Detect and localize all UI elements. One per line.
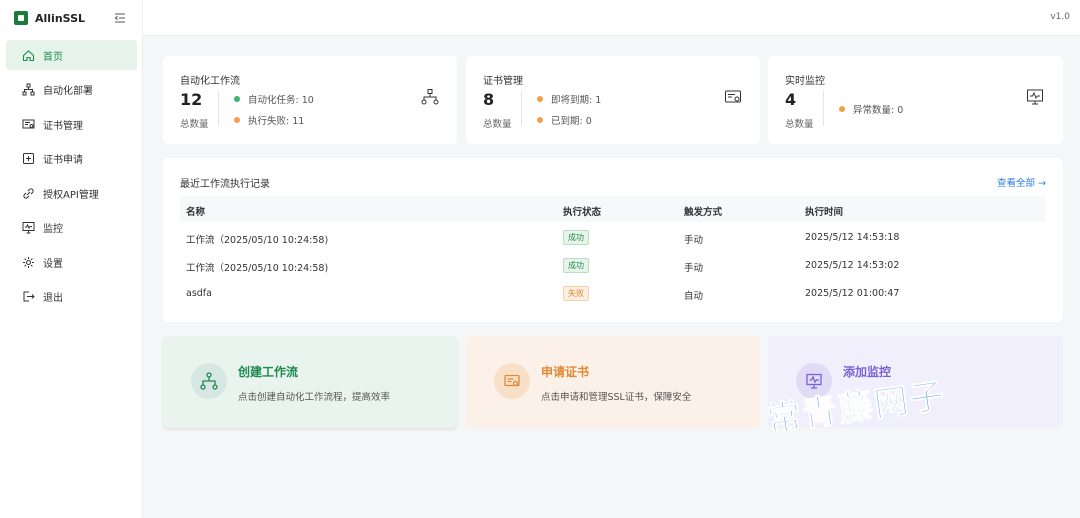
logout-icon [22, 290, 35, 303]
stat-divider [218, 91, 219, 126]
menu-collapse-icon[interactable] [114, 12, 126, 24]
table-header: 名称 执行状态 触发方式 执行时间 [180, 196, 1045, 222]
certificate-icon [724, 88, 742, 106]
column-header-trigger: 触发方式 [684, 207, 723, 218]
sidebar-item-label: 授权API管理 [43, 189, 99, 201]
view-all-link[interactable]: 查看全部 → [997, 175, 1046, 189]
table-row[interactable]: 工作流（2025/05/10 10:24:58) 成功 手动 2025/5/12… [180, 252, 1045, 280]
table-row[interactable]: asdfa 失败 自动 2025/5/12 01:00:47 [180, 280, 1045, 308]
stat-row-text: 执行失败: 11 [248, 116, 305, 127]
cell-time: 2025/5/12 14:53:02 [805, 260, 900, 271]
stat-unit: 总数量 [180, 119, 209, 130]
stat-row-text: 即将到期: 1 [551, 95, 602, 106]
action-desc: 点击申请和管理SSL证书，保障安全 [541, 392, 692, 403]
cell-time: 2025/5/12 14:53:18 [805, 232, 900, 243]
sidebar-item-monitor[interactable]: 监控 [6, 213, 137, 243]
action-title: 创建工作流 [238, 365, 299, 379]
sidebar-item-cert-apply[interactable]: 证书申请 [6, 144, 137, 174]
certificate-icon [22, 118, 35, 131]
stat-card-certificates[interactable]: 证书管理 8 总数量 即将到期: 1 已到期: 0 [466, 56, 760, 144]
stat-row-tasks: 自动化任务: 10 [234, 92, 314, 106]
status-badge: 成功 [563, 230, 589, 245]
sidebar-item-label: 证书管理 [43, 120, 83, 132]
logo-icon [14, 11, 28, 25]
sidebar-item-auto-deploy[interactable]: 自动化部署 [6, 75, 137, 105]
sidebar-item-label: 退出 [43, 293, 63, 304]
column-header-status: 执行状态 [563, 207, 602, 218]
stat-count: 4 [785, 90, 797, 109]
status-badge: 成功 [563, 258, 589, 273]
warning-dot [537, 96, 543, 102]
stat-unit: 总数量 [785, 119, 814, 130]
sidebar-item-settings[interactable]: 设置 [6, 247, 137, 277]
sidebar-item-label: 首页 [43, 51, 63, 63]
sidebar-item-home[interactable]: 首页 [6, 40, 137, 70]
stat-count: 12 [180, 90, 203, 109]
cell-name: asdfa [186, 288, 212, 299]
link-icon [22, 187, 35, 200]
stat-row-failed: 执行失败: 11 [234, 113, 304, 127]
stat-unit: 总数量 [483, 119, 512, 130]
workflow-icon [421, 88, 439, 106]
stat-row-abnormal: 异常数量: 0 [839, 102, 903, 116]
column-header-name: 名称 [186, 207, 206, 218]
stat-title: 证书管理 [483, 76, 523, 87]
cell-time: 2025/5/12 01:00:47 [805, 288, 900, 299]
warning-dot [839, 106, 845, 112]
stat-row-expired: 已到期: 0 [537, 113, 592, 127]
cell-name: 工作流（2025/05/10 10:24:58) [186, 235, 329, 246]
stat-row-text: 已到期: 0 [551, 116, 592, 127]
action-desc: 点击创建自动化工作流程，提高效率 [238, 392, 391, 403]
sidebar-item-label: 自动化部署 [43, 86, 93, 97]
stat-row-text: 异常数量: 0 [853, 105, 904, 116]
gear-icon [22, 256, 35, 269]
workflow-icon [22, 83, 35, 96]
brand-name: AllinSSL [35, 11, 86, 25]
stat-row-text: 自动化任务: 10 [248, 95, 314, 106]
cell-trigger: 手动 [684, 263, 704, 274]
recent-workflow-records: 最近工作流执行记录 查看全部 → 名称 执行状态 触发方式 执行时间 工作流（2… [163, 158, 1063, 322]
sidebar-item-api-auth[interactable]: 授权API管理 [6, 178, 137, 208]
warning-dot [234, 117, 240, 123]
sidebar-item-label: 监控 [43, 224, 63, 235]
cell-trigger: 手动 [684, 235, 704, 246]
monitor-icon [22, 221, 35, 234]
stat-card-monitor[interactable]: 实时监控 4 总数量 异常数量: 0 [768, 56, 1063, 144]
stat-card-workflow[interactable]: 自动化工作流 12 总数量 自动化任务: 10 执行失败: 11 [163, 56, 457, 144]
workflow-icon [191, 363, 227, 399]
sidebar-item-label: 证书申请 [43, 155, 83, 166]
sidebar-item-label: 设置 [43, 258, 63, 270]
cell-name: 工作流（2025/05/10 10:24:58) [186, 263, 329, 274]
cell-trigger: 自动 [684, 291, 704, 302]
stat-count: 8 [483, 90, 495, 109]
warning-dot [537, 117, 543, 123]
sidebar-item-cert-manage[interactable]: 证书管理 [6, 109, 137, 139]
apply-certificate-card[interactable]: 申请证书 点击申请和管理SSL证书，保障安全 [466, 336, 760, 428]
top-header: v1.0 [143, 0, 1080, 36]
plus-square-icon [22, 152, 35, 165]
stat-divider [521, 91, 522, 126]
stat-title: 实时监控 [785, 76, 825, 87]
stat-divider [823, 91, 824, 126]
success-dot [234, 96, 240, 102]
version-label: v1.0 [1050, 12, 1070, 22]
monitor-icon [1026, 88, 1044, 106]
column-header-time: 执行时间 [805, 207, 844, 218]
home-icon [22, 49, 35, 62]
action-title: 申请证书 [541, 365, 590, 379]
certificate-icon [494, 363, 530, 399]
sidebar-item-logout[interactable]: 退出 [6, 282, 137, 312]
stat-title: 自动化工作流 [180, 76, 240, 87]
create-workflow-card[interactable]: 创建工作流 点击创建自动化工作流程，提高效率 [163, 336, 457, 428]
stat-row-expiring: 即将到期: 1 [537, 92, 601, 106]
records-title: 最近工作流执行记录 [180, 179, 270, 190]
sidebar-nav: 首页 自动化部署 证书管理 证书申请 授权API管理 监控 设置 退出 [0, 40, 142, 312]
table-row[interactable]: 工作流（2025/05/10 10:24:58) 成功 手动 2025/5/12… [180, 224, 1045, 252]
sidebar: AllinSSL 首页 自动化部署 证书管理 证书申请 授权API管理 监控 设… [0, 0, 143, 518]
status-badge: 失败 [563, 286, 589, 301]
